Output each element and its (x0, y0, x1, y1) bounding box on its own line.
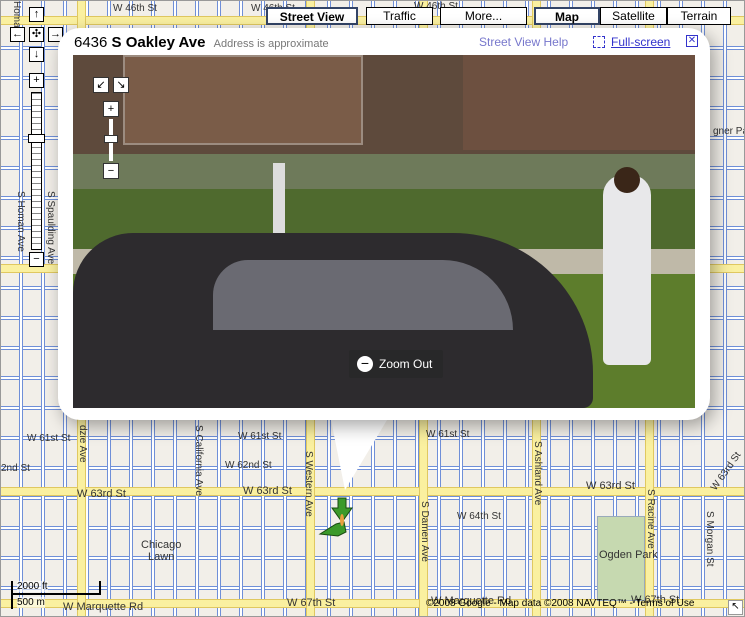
map-label: dzie Ave (77, 425, 88, 463)
map-label: S California Ave (193, 425, 204, 496)
map-label: S Racine Ave (645, 489, 656, 549)
map-label: W 63rd St (243, 485, 292, 497)
zoom-in-button[interactable]: + (29, 73, 44, 88)
map-label: Ogden Park (599, 549, 658, 561)
pan-center-button[interactable]: ✣ (29, 27, 44, 42)
zoom-slider-handle[interactable] (28, 134, 45, 143)
more-button[interactable]: More... (440, 7, 527, 25)
house (463, 55, 695, 150)
traffic-button[interactable]: Traffic (366, 7, 433, 25)
fullscreen-link[interactable]: Full-screen (611, 35, 670, 49)
house-number: 6436 (74, 34, 108, 51)
map-label: S Homan Ave (15, 191, 26, 252)
map-label: S Morgan St (704, 511, 715, 567)
zoom-slider-track[interactable] (31, 92, 42, 250)
map-label: W 64th St (457, 511, 501, 522)
map-type-map-button[interactable]: Map (534, 7, 600, 25)
copyright: ©2008 Google - Map data ©2008 NAVTEQ™ - … (426, 598, 695, 609)
zoom-out-overlay-button[interactable]: − Zoom Out (349, 350, 443, 378)
fullscreen-icon[interactable] (593, 36, 605, 48)
scale-bar: 2000 ft 500 m (11, 581, 101, 609)
pan-left-button[interactable]: ← (10, 27, 25, 42)
pedestrian (273, 163, 285, 233)
pan-up-button[interactable]: ↑ (29, 7, 44, 22)
map-label: W 67th St (287, 597, 336, 609)
map-label: W 46th St (113, 3, 157, 14)
street-view-help-link[interactable]: Street View Help (479, 35, 568, 49)
map-label: W 61st St (426, 429, 470, 440)
resize-corner-icon[interactable]: ↖ (728, 600, 743, 615)
map-label: Chicago Lawn (141, 539, 182, 563)
address: 6436 S Oakley Ave Address is approximate (74, 34, 329, 51)
car-window (213, 260, 513, 330)
map-label: W 63rd St (586, 480, 635, 492)
map-label: W 61st St (27, 433, 71, 444)
zoom-out-label: Zoom Out (379, 357, 433, 371)
close-button[interactable]: ✕ (686, 35, 698, 47)
map-type-satellite-button[interactable]: Satellite (600, 7, 667, 25)
person-head (614, 167, 640, 193)
photo-zoom-out-button[interactable]: − (103, 163, 119, 179)
street-name: S Oakley Ave (111, 34, 206, 51)
scale-ft: 2000 ft (17, 581, 48, 592)
person (603, 175, 651, 365)
map-label: 2nd St (1, 463, 30, 474)
pan-down-button[interactable]: ↓ (29, 47, 44, 62)
photo-zoom-handle[interactable] (104, 135, 118, 143)
map-label: S Spaulding Ave (45, 191, 56, 265)
street-view-button[interactable]: Street View (266, 7, 358, 25)
map-type-terrain-button[interactable]: Terrain (667, 7, 731, 25)
expand-icon[interactable]: ↙ (93, 77, 109, 93)
house-porch (123, 55, 363, 145)
map-label: gner Park (713, 126, 744, 137)
shrink-icon[interactable]: ↘ (113, 77, 129, 93)
map-label: S Damen Ave (419, 501, 430, 562)
photo-zoom-in-button[interactable]: + (103, 101, 119, 117)
map-label: W 61st St (238, 431, 282, 442)
map-label: S Ashland Ave (532, 441, 543, 506)
scale-m: 500 m (17, 597, 45, 608)
map-label: S Western Ave (303, 451, 314, 517)
minus-circle-icon: − (357, 356, 373, 372)
map-label: W 62nd St (225, 460, 272, 471)
street-view-marker-icon[interactable] (316, 496, 361, 541)
zoom-out-button[interactable]: − (29, 252, 44, 267)
address-approx: Address is approximate (213, 38, 329, 50)
map-label: W 63rd St (77, 488, 126, 500)
